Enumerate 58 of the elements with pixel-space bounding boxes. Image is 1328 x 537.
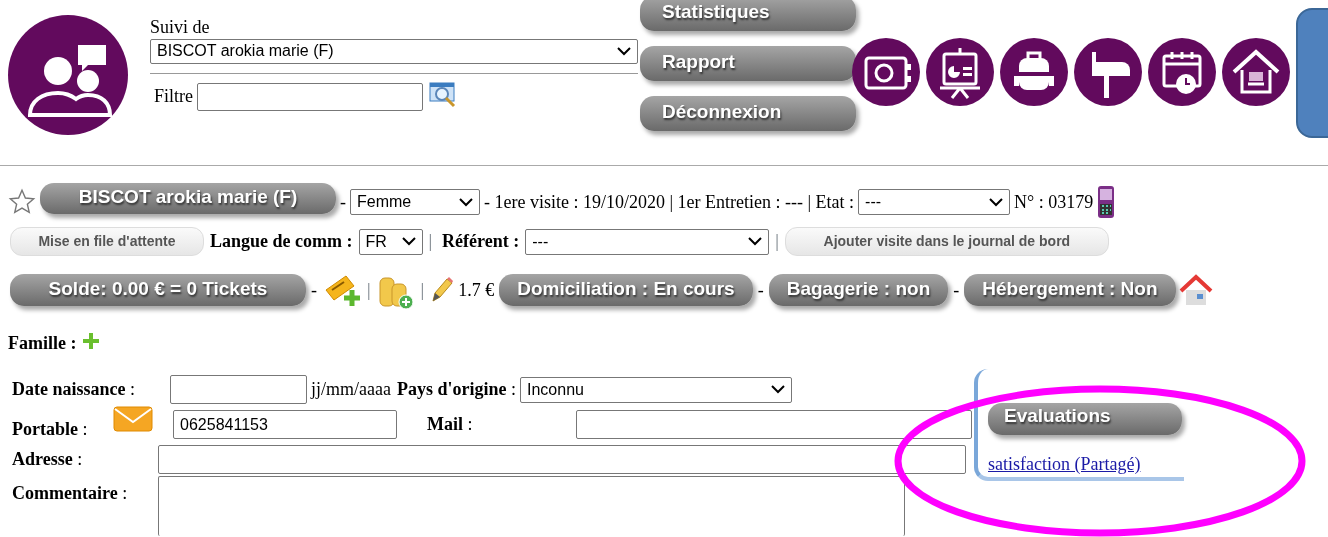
status-button[interactable]: Domiciliation : En cours — [499, 274, 753, 306]
evaluations-header: Evaluations — [988, 403, 1182, 435]
pencil-icon[interactable] — [429, 275, 454, 305]
separator: | — [420, 278, 425, 302]
evaluation-link[interactable]: satisfaction (Partagé) — [988, 451, 1141, 478]
person-select[interactable]: BISCOT arokia marie (F) — [150, 38, 638, 64]
dash-text: - — [757, 278, 764, 302]
dash-text: - — [340, 190, 346, 214]
text-field[interactable]: 0625841153 — [173, 410, 398, 439]
separator: | — [775, 230, 779, 253]
field-label: Date naissance : — [12, 378, 136, 401]
amount-text: 1.7 € — [458, 278, 495, 302]
nav-button[interactable]: Déconnexion — [640, 96, 856, 131]
visit-info-text: - 1ere visite : 19/10/2020 | 1er Entretien : --- | Etat : — [484, 190, 855, 214]
caret-icon — [617, 46, 631, 56]
status-button[interactable]: Hébergement : Non — [964, 274, 1176, 306]
caret-icon — [459, 197, 473, 207]
text-field[interactable] — [170, 375, 307, 404]
filter-field[interactable] — [197, 82, 423, 111]
state-select[interactable]: --- — [858, 189, 1011, 215]
caret-icon — [401, 237, 416, 246]
dash-text: - — [311, 278, 317, 302]
field-label: Commentaire : — [12, 482, 129, 505]
filter-label: Filtre — [154, 85, 193, 109]
sex-select[interactable]: Femme — [350, 189, 480, 215]
caret-icon — [771, 385, 785, 394]
caret-icon — [989, 197, 1004, 207]
family-label: Famille : — [8, 332, 77, 355]
country-select[interactable]: Inconnu — [520, 376, 792, 403]
caret-icon — [748, 237, 763, 246]
date-format-hint: jj/mm/aaaa — [311, 378, 391, 401]
search-icon[interactable] — [429, 79, 457, 108]
field-label: Mail : — [427, 413, 474, 436]
referent-select[interactable]: --- — [525, 228, 770, 255]
safe-icon[interactable] — [852, 38, 920, 106]
balance-button[interactable]: Solde: 0.00 € = 0 Tickets — [10, 274, 306, 306]
queue-button[interactable]: Mise en file d'attente — [10, 227, 204, 256]
referent-label: Référent : — [442, 230, 520, 253]
address-field[interactable] — [158, 445, 966, 474]
field-label: Pays d'origine : — [396, 378, 516, 401]
follow-label: Suivi de — [150, 17, 211, 39]
separator: | — [367, 278, 371, 302]
field-label: Portable : — [12, 418, 89, 441]
comment-field[interactable] — [158, 476, 905, 536]
nav-button[interactable]: Statistiques — [640, 0, 856, 31]
person-name-button[interactable]: BISCOT arokia marie (F) — [40, 182, 336, 214]
field-label: Adresse : — [12, 448, 84, 471]
language-label: Langue de comm : — [210, 230, 353, 253]
file-number-text: N° : 03179 — [1014, 190, 1094, 214]
envelope-icon[interactable] — [113, 404, 154, 433]
language-select[interactable]: FR — [358, 228, 423, 255]
text-field[interactable] — [575, 410, 972, 439]
dash-text: - — [953, 278, 960, 302]
mobile-phone-icon — [1097, 185, 1116, 219]
nav-button[interactable]: Rapport — [640, 46, 856, 81]
journal-button[interactable]: Ajouter visite dans le journal de bord — [784, 227, 1109, 256]
separator: | — [428, 230, 433, 253]
status-button[interactable]: Bagagerie : non — [768, 274, 949, 306]
